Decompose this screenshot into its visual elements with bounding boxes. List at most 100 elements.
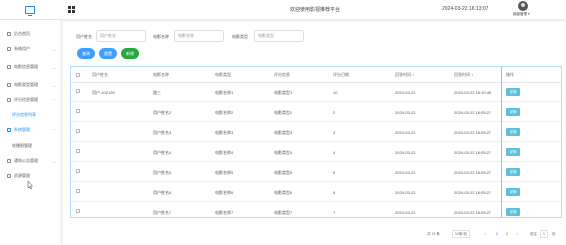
detail-button[interactable]: 详情: [506, 188, 520, 196]
sidebar-item-resources[interactable]: 资源管理: [0, 171, 60, 181]
table-row[interactable]: 用户姓名7 电影名称7 电影类型7 7 2024-03-22 2024-03-2…: [71, 203, 561, 217]
cell-score: 6: [333, 190, 336, 195]
cell-movie: 电影名称4: [215, 150, 234, 155]
table-row[interactable]: 用户姓名6 电影名称6 电影类型6 6 2024-03-22 2024-03-2…: [71, 183, 561, 202]
chevron-down-icon: ⌄: [52, 46, 56, 52]
select-all-checkbox[interactable]: [76, 73, 80, 77]
sidebar-item-label: 系统用户: [14, 46, 30, 51]
sidebar-item-home[interactable]: 后台首页: [0, 29, 60, 39]
add-button[interactable]: 新增: [121, 48, 139, 59]
movie-search-label: 电影名称: [153, 34, 169, 39]
sidebar-subitem-carousel[interactable]: 轮播图管理: [12, 143, 32, 149]
detail-button[interactable]: 详情: [506, 208, 520, 216]
sidebar-item-label: 评分信息管理: [14, 97, 38, 102]
operation-column-divider: [501, 67, 502, 217]
table-row[interactable]: 用户姓名4 电影名称4 电影类型4 4 2024-03-22 2024-03-2…: [71, 143, 561, 162]
column-header-sortable[interactable]: 回答时间 ↕: [454, 67, 473, 83]
column-header[interactable]: 电影名称: [153, 67, 169, 83]
table-header: 用户姓名 电影名称 电影类型 评分信息 评分日期 回答时间 ↕ 回答时间 ↕ 操…: [71, 67, 561, 83]
chevron-down-icon: ⌄: [52, 64, 56, 70]
detail-button[interactable]: 详情: [506, 128, 520, 136]
column-header[interactable]: 评分日期: [333, 67, 349, 83]
row-checkbox[interactable]: [76, 149, 80, 153]
detail-button[interactable]: 详情: [506, 108, 520, 116]
cell-score: 2: [333, 110, 336, 115]
table-row[interactable]: 用户姓名3 电影名称3 电影类型3 3 2024-03-22 2024-03-2…: [71, 123, 561, 142]
cell-type: 电影类型4: [274, 150, 293, 155]
sidebar-item-label: 通知公告管理: [14, 158, 38, 163]
username-menu[interactable]: 超级管理 ▾: [513, 12, 530, 17]
cell-name: 用户姓名3: [153, 130, 172, 135]
avatar[interactable]: [518, 1, 528, 11]
cell-name: 用户姓名4: [153, 150, 172, 155]
prev-page-button[interactable]: ‹: [482, 230, 488, 238]
row-checkbox[interactable]: [76, 209, 80, 213]
cell-name: 用户姓名7: [153, 210, 172, 215]
table-row[interactable]: 用户姓名2 电影名称2 电影类型2 2 2024-03-22 2024-03-2…: [71, 103, 561, 122]
cell-score: 7: [333, 210, 336, 215]
cell-name: 路三: [153, 90, 161, 95]
movie-search-input[interactable]: 电影名称: [174, 30, 224, 42]
sidebar-item-label: 电影信息管理: [14, 64, 38, 69]
sidebar-subitem-rating-list[interactable]: 评分信息列表: [12, 112, 36, 118]
column-header[interactable]: 用户姓名: [92, 67, 108, 83]
detail-button[interactable]: 详情: [506, 148, 520, 156]
globe-icon: [7, 174, 11, 178]
cell-time: 2024-03-22 16:05:27: [454, 130, 492, 135]
goto-page-input[interactable]: 1: [540, 230, 548, 238]
cell-date: 2024-03-22: [395, 130, 416, 135]
page-number[interactable]: 2: [504, 230, 510, 238]
page-size-select[interactable]: 10条/页: [452, 230, 470, 238]
detail-button[interactable]: 详情: [506, 88, 520, 96]
search-button[interactable]: 查询: [77, 48, 95, 59]
sidebar-item-label: 系统管理: [14, 127, 30, 132]
sidebar-item-ratings[interactable]: 评分信息管理 ⌃: [0, 95, 60, 105]
monitor-icon: [25, 6, 35, 16]
current-datetime: 2024-03-22 16:13:07: [442, 6, 489, 12]
cell-type: 电影类型7: [274, 210, 293, 215]
cell-movie: 电影名称2: [215, 110, 234, 115]
type-search-input[interactable]: 电影类型: [254, 30, 304, 42]
app-title: 欢迎使用影视推荐平台: [290, 7, 341, 13]
detail-button[interactable]: 详情: [506, 168, 520, 176]
row-checkbox[interactable]: [76, 189, 80, 193]
page-number[interactable]: 1: [494, 230, 500, 238]
sidebar-item-notices[interactable]: 通知公告管理 ⌄: [0, 156, 60, 166]
top-bar: 欢迎使用影视推荐平台 2024-03-22 16:13:07 超级管理 ▾: [0, 0, 566, 20]
column-header[interactable]: 电影类型: [215, 67, 231, 83]
sidebar-item-movies[interactable]: 电影信息管理 ⌄: [0, 62, 60, 72]
type-search-label: 电影类型: [232, 34, 248, 39]
folder-icon: [7, 65, 11, 69]
cell-name: 用户姓名6: [153, 190, 172, 195]
sidebar-item-label: 后台首页: [14, 31, 30, 36]
next-page-button[interactable]: ›: [514, 230, 520, 238]
row-checkbox[interactable]: [76, 169, 80, 173]
cell-date: 2024-03-22: [395, 150, 416, 155]
row-checkbox[interactable]: [76, 129, 80, 133]
cell-time: 2024-03-22 16:05:27: [454, 210, 492, 215]
column-header[interactable]: 评分信息: [274, 67, 290, 83]
folder-icon: [7, 98, 11, 102]
sidebar-item-users[interactable]: 系统用户 ⌄: [0, 44, 60, 54]
cell-time: 2024-03-22 16:10:46: [454, 90, 492, 95]
sidebar-item-label: 电影类型管理: [14, 82, 38, 87]
cell-score: 4: [333, 150, 336, 155]
cell-movie: 电影名称6: [215, 190, 234, 195]
row-checkbox[interactable]: [76, 109, 80, 113]
table-row[interactable]: 用户姓名5 电影名称5 电影类型5 5 2024-03-22 2024-03-2…: [71, 163, 561, 182]
goto-label: 前往: [530, 232, 537, 236]
reset-button[interactable]: 重置: [99, 48, 117, 59]
sidebar-item-movie-types[interactable]: 电影类型管理 ⌄: [0, 80, 60, 90]
table-row[interactable]: 用户-102120 路三 电影名称1 电影类型1 10 2024-03-22 2…: [71, 83, 561, 102]
cell-movie: 电影名称7: [215, 210, 234, 215]
chevron-down-icon: ⌄: [52, 158, 56, 164]
sidebar-item-system[interactable]: 系统管理 ⌃: [0, 125, 60, 135]
cell-score: 5: [333, 170, 336, 175]
username-search-input[interactable]: 用户姓名: [96, 30, 146, 42]
menu-toggle-icon[interactable]: [68, 6, 75, 13]
cell-movie: 电影名称5: [215, 170, 234, 175]
column-header[interactable]: 回答时间 ↕: [395, 67, 414, 83]
cell-score: 3: [333, 130, 336, 135]
row-checkbox[interactable]: [76, 89, 80, 93]
chevron-up-icon: ⌃: [52, 97, 56, 103]
